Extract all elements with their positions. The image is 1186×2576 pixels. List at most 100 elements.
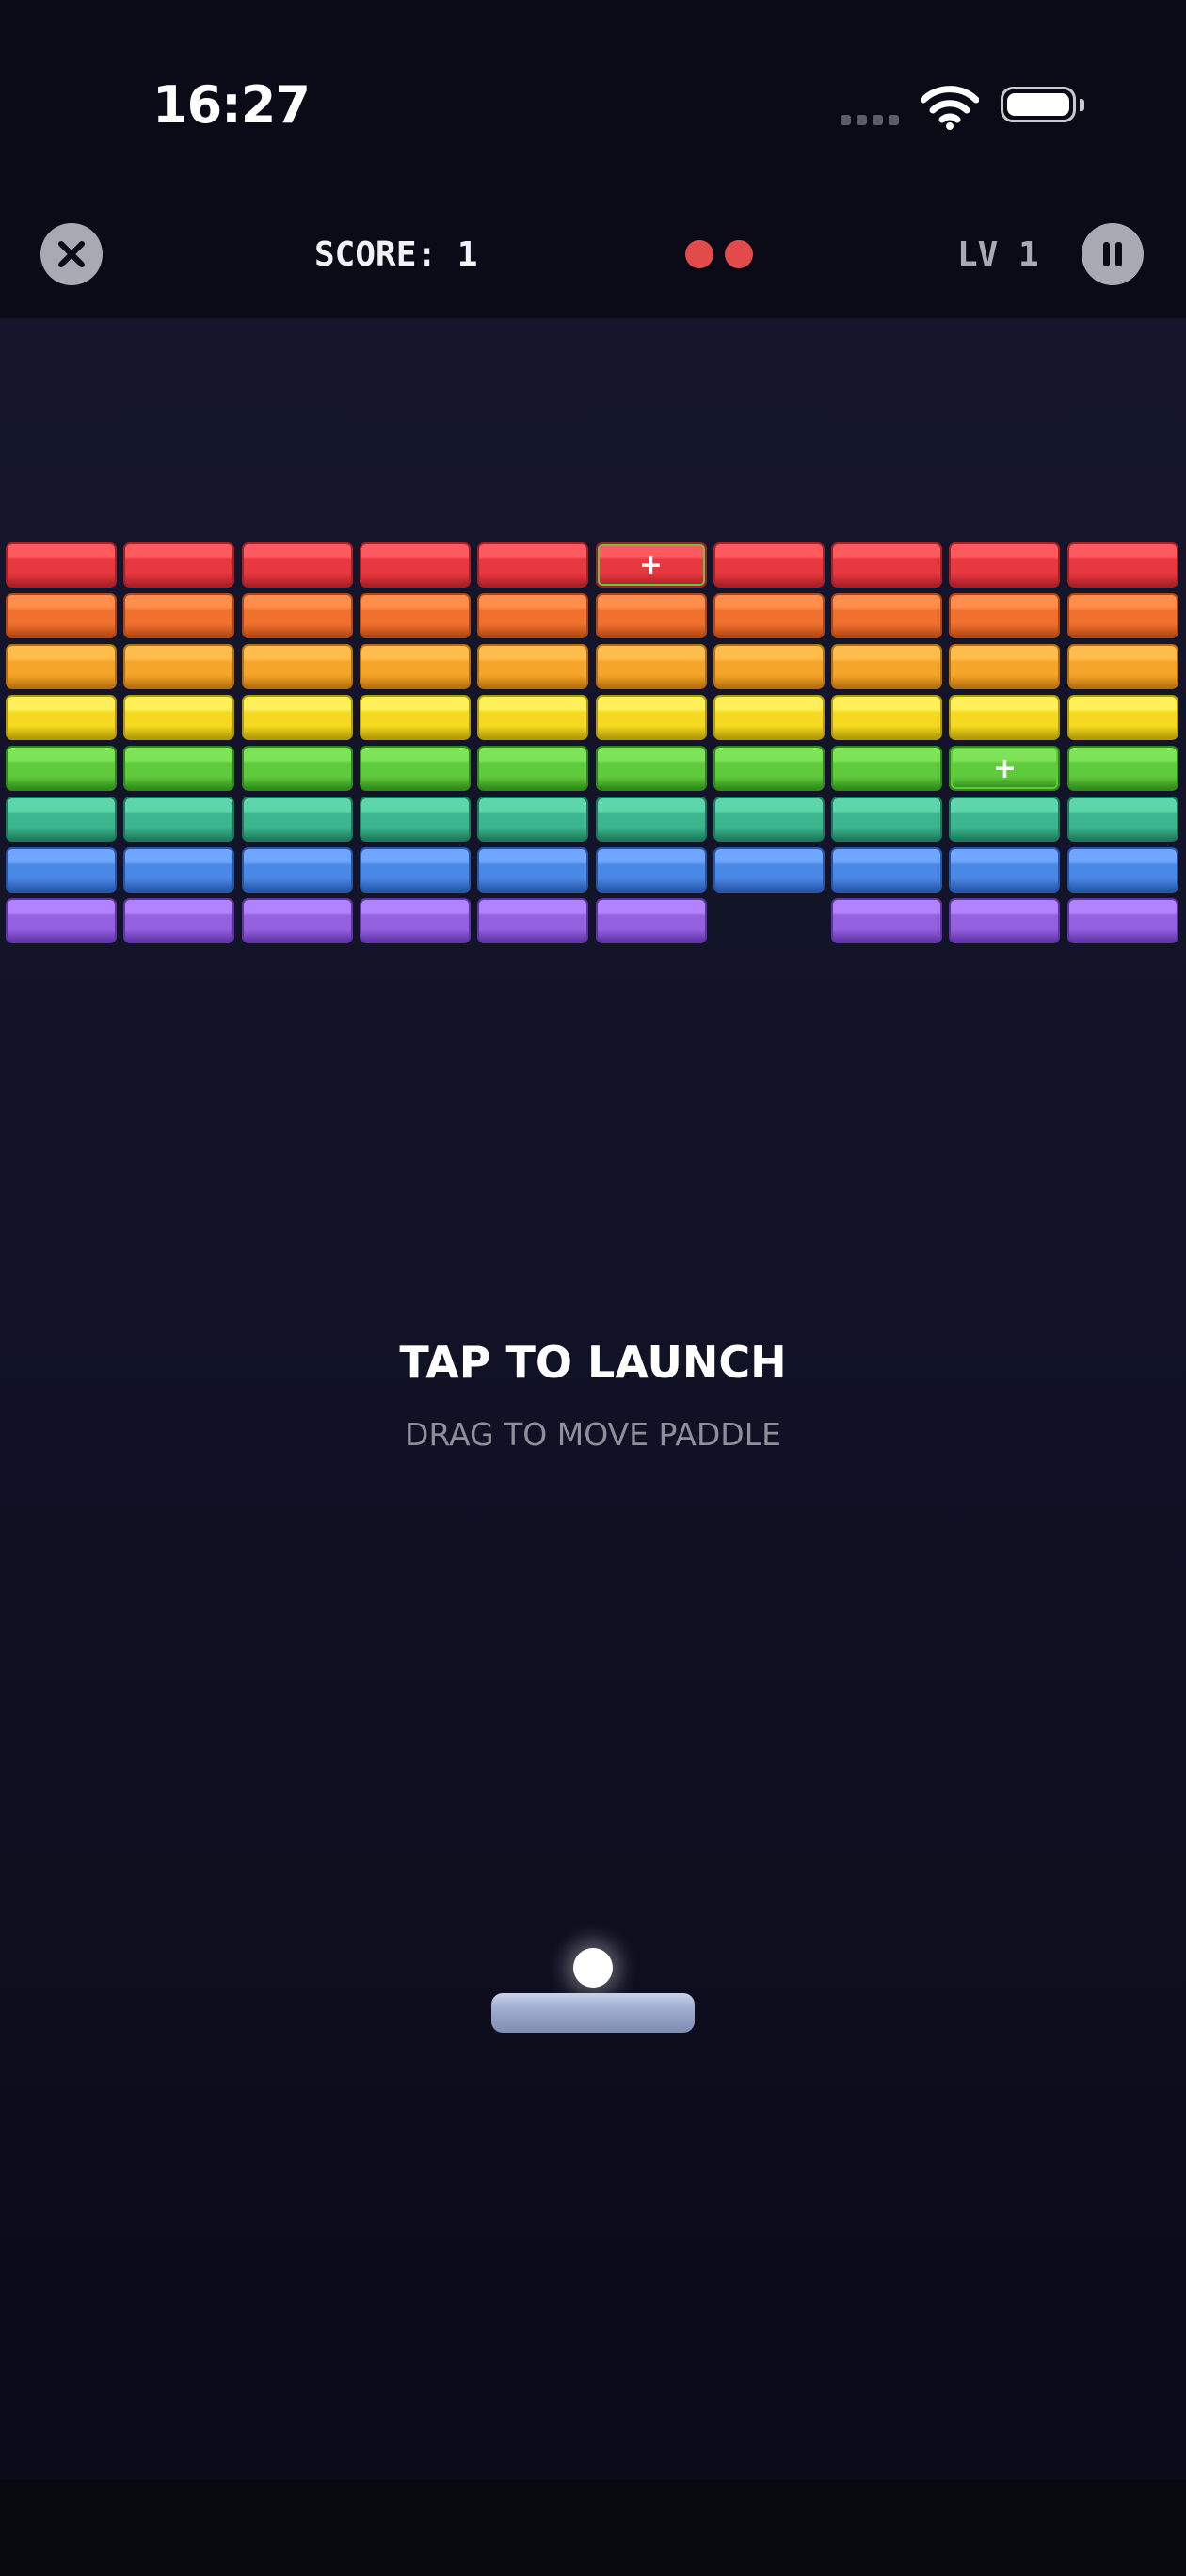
brick-green	[713, 746, 825, 791]
brick-amber	[241, 644, 353, 689]
brick-blue	[595, 847, 707, 893]
lives-indicator	[685, 240, 753, 268]
brick-amber	[713, 644, 825, 689]
brick-teal	[477, 797, 589, 842]
cellular-signal-icon	[841, 115, 899, 125]
brick-yellow	[6, 695, 117, 740]
brick-orange	[241, 593, 353, 638]
brick-orange	[595, 593, 707, 638]
brick-blue	[123, 847, 235, 893]
brick-blue	[6, 847, 117, 893]
brick-purple	[595, 898, 707, 943]
battery-icon	[1001, 87, 1084, 122]
brick-amber	[595, 644, 707, 689]
brick-amber	[477, 644, 589, 689]
brick-green	[477, 746, 589, 791]
brick-teal	[123, 797, 235, 842]
brick-blue	[359, 847, 471, 893]
brick-red	[477, 542, 589, 588]
brick-purple	[123, 898, 235, 943]
brick-teal	[595, 797, 707, 842]
brick-yellow	[477, 695, 589, 740]
brick-yellow	[241, 695, 353, 740]
brick-purple	[241, 898, 353, 943]
close-button[interactable]	[40, 223, 103, 285]
brick-blue	[713, 847, 825, 893]
brick-yellow	[831, 695, 943, 740]
brick-yellow	[595, 695, 707, 740]
brick-teal	[1066, 797, 1178, 842]
launch-prompt-subtitle: DRAG TO MOVE PADDLE	[405, 1416, 781, 1453]
status-time: 16:27	[152, 75, 311, 135]
brick-purple	[477, 898, 589, 943]
brick-red	[949, 542, 1061, 588]
brick-green	[831, 746, 943, 791]
powerup-brick-green: +	[949, 746, 1061, 791]
brick-orange	[949, 593, 1061, 638]
brick-teal	[359, 797, 471, 842]
close-icon	[58, 241, 85, 267]
launch-prompt-title: TAP TO LAUNCH	[399, 1337, 787, 1388]
brick-yellow	[713, 695, 825, 740]
brick-blue	[949, 847, 1061, 893]
powerup-brick-red: +	[595, 542, 707, 588]
brick-yellow	[359, 695, 471, 740]
brick-amber	[359, 644, 471, 689]
brick-red	[359, 542, 471, 588]
brick-yellow	[123, 695, 235, 740]
brick-amber	[949, 644, 1061, 689]
brick-purple	[949, 898, 1061, 943]
brick-orange	[359, 593, 471, 638]
life-dot	[725, 240, 753, 268]
status-bar: 16:27	[0, 0, 1186, 217]
brick-green	[241, 746, 353, 791]
brick-red	[1066, 542, 1178, 588]
wifi-icon	[921, 86, 979, 130]
brick-teal	[949, 797, 1061, 842]
brick-amber	[1066, 644, 1178, 689]
brick-green	[6, 746, 117, 791]
brick-purple	[1066, 898, 1178, 943]
brick-amber	[123, 644, 235, 689]
brick-teal	[6, 797, 117, 842]
life-dot	[685, 240, 713, 268]
brick-green	[1066, 746, 1178, 791]
brick-blue	[477, 847, 589, 893]
powerup-plus-icon: +	[638, 548, 664, 582]
brick-red	[713, 542, 825, 588]
brick-orange	[123, 593, 235, 638]
brick-purple	[6, 898, 117, 943]
ball	[573, 1948, 613, 1988]
paddle[interactable]	[491, 1993, 695, 2033]
brick-red	[6, 542, 117, 588]
bottom-band	[0, 2480, 1186, 2576]
brick-green	[123, 746, 235, 791]
brick-teal	[713, 797, 825, 842]
brick-teal	[241, 797, 353, 842]
brick-blue	[831, 847, 943, 893]
game-field[interactable]	[0, 318, 1186, 2480]
score-label: SCORE: 1	[314, 235, 478, 274]
brick-green	[595, 746, 707, 791]
brick-amber	[831, 644, 943, 689]
brick-orange	[6, 593, 117, 638]
pause-icon	[1103, 242, 1122, 266]
brick-teal	[831, 797, 943, 842]
brick-blue	[1066, 847, 1178, 893]
brick-red	[123, 542, 235, 588]
brick-purple	[359, 898, 471, 943]
level-label: LV 1	[957, 235, 1039, 274]
brick-purple	[831, 898, 943, 943]
brick-green	[359, 746, 471, 791]
brick-orange	[1066, 593, 1178, 638]
brick-red	[831, 542, 943, 588]
game-hud: SCORE: 1 LV 1	[0, 217, 1186, 318]
brick-red	[241, 542, 353, 588]
pause-button[interactable]	[1082, 223, 1144, 285]
brick-blue	[241, 847, 353, 893]
brick-yellow	[949, 695, 1061, 740]
powerup-plus-icon: +	[992, 751, 1017, 785]
brick-yellow	[1066, 695, 1178, 740]
brick-orange	[713, 593, 825, 638]
brick-amber	[6, 644, 117, 689]
